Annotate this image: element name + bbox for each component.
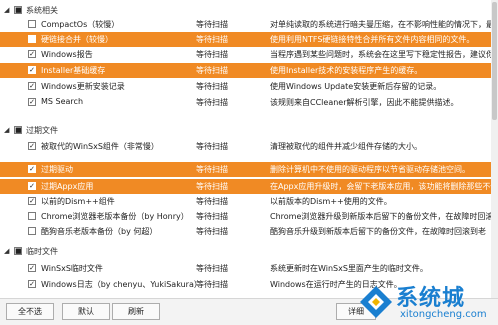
default-button[interactable]: 默认	[62, 303, 110, 320]
rule-description: 系统更新时在WinSxS里面产生的临时文件。	[270, 264, 428, 273]
rule-description: 清理被取代的组件并减少组件存储的大小。	[270, 142, 422, 151]
rule-status: 等待扫描	[196, 82, 228, 91]
rule-row[interactable]: ✓ MS Search 等待扫描 该规则来自CCleaner解析引擎，因此不能提…	[0, 95, 498, 110]
select-none-button[interactable]: 全不选	[6, 303, 54, 320]
rule-checkbox[interactable]	[28, 227, 36, 235]
rule-status: 等待扫描	[196, 142, 228, 151]
rule-description: 该规则来自CCleaner解析引擎，因此不能提供描述。	[270, 98, 459, 107]
collapse-triangle-icon[interactable]: ◢	[4, 126, 9, 134]
collapse-triangle-icon[interactable]: ◢	[4, 6, 9, 14]
group-checkbox[interactable]: ■	[14, 6, 22, 14]
rule-row[interactable]: Chrome浏览器老版本备份（by Honry） 等待扫描 Chrome浏览器升…	[0, 209, 498, 224]
rule-row[interactable]: ✓ Installer基础缓存 等待扫描 使用Installer技术的安装程序产…	[0, 63, 498, 78]
rule-row[interactable]: CompactOs（较慢） 等待扫描 对单纯读取的系统进行暗夫曼压缩，在不影响性…	[0, 17, 498, 32]
watermark: 系统城 xitongcheng.com	[356, 278, 496, 324]
rule-name: 硬链接合并（较慢）	[41, 35, 113, 44]
rule-name: 过期Appx应用	[41, 182, 94, 191]
group-checkbox[interactable]: ■	[14, 126, 22, 134]
rule-checkbox[interactable]: ✓	[28, 280, 36, 288]
rule-row[interactable]: ✓ 被取代的WinSxS组件（非常慢） 等待扫描 清理被取代的组件并减少组件存储…	[0, 139, 498, 154]
rule-name: CompactOs（较慢）	[41, 20, 120, 29]
rule-name: 酷狗音乐老版本备份（by 何超）	[41, 227, 158, 236]
rule-status: 等待扫描	[196, 197, 228, 206]
group-name: 系统相关	[26, 5, 58, 15]
rule-status: 等待扫描	[196, 50, 228, 59]
group-name: 临时文件	[26, 246, 58, 256]
rule-name: MS Search	[41, 97, 84, 106]
rule-status: 等待扫描	[196, 182, 228, 191]
rule-status: 等待扫描	[196, 98, 228, 107]
rule-row[interactable]: ✓ Windows更新安装记录 等待扫描 使用Windows Update安装更…	[0, 79, 498, 94]
rule-name: Windows更新安装记录	[41, 82, 125, 91]
rule-checkbox[interactable]: ✓	[28, 165, 36, 173]
vertical-scrollbar[interactable]	[491, 0, 498, 298]
rule-checkbox[interactable]: ✓	[28, 182, 36, 190]
rule-description: 删除计算机中不使用的驱动程序以节省驱动存储池空间。	[270, 165, 470, 174]
watermark-url: xitongcheng.com	[400, 309, 487, 320]
rule-checkbox[interactable]: ✓	[28, 50, 36, 58]
rule-description: 使用利用NTFS硬链接特性合并所有文件内容相同的文件。	[270, 35, 475, 44]
rule-row[interactable]: ✓ WinSxS临时文件 等待扫描 系统更新时在WinSxS里面产生的临时文件。	[0, 261, 498, 276]
group-checkbox[interactable]: ■	[14, 247, 22, 255]
rule-description: 在Appx应用升级时，会留下老版本应用，该功能将删除那些不使用	[270, 182, 498, 191]
scrollbar-thumb[interactable]	[492, 2, 497, 120]
rule-status: 等待扫描	[196, 212, 228, 221]
rule-row[interactable]: 硬链接合并（较慢） 等待扫描 使用利用NTFS硬链接特性合并所有文件内容相同的文…	[0, 32, 498, 47]
rule-description: Chrome浏览器升级到新版本后留下的备份文件，在故障时回滚到老	[270, 212, 498, 221]
rule-description: 酷狗音乐升级到新版本后留下的备份文件，在故障时回滚到老	[270, 227, 486, 236]
rule-checkbox[interactable]	[28, 35, 36, 43]
rule-status: 等待扫描	[196, 35, 228, 44]
rule-row[interactable]: ✓ 过期Appx应用 等待扫描 在Appx应用升级时，会留下老版本应用，该功能将…	[0, 179, 498, 194]
rule-row[interactable]: ✓ Windows报告 等待扫描 当程序遇到某些问题时，系统会在这里写下稳定性报…	[0, 47, 498, 62]
group-header-expired[interactable]: ◢ ■ 过期文件	[0, 123, 498, 137]
rule-checkbox[interactable]	[28, 212, 36, 220]
rule-name: Windows报告	[41, 50, 93, 59]
rule-checkbox[interactable]	[28, 20, 36, 28]
rule-description: 使用Windows Update安装更新后存留的记录。	[270, 82, 442, 91]
group-header-system[interactable]: ◢ ■ 系统相关	[0, 3, 498, 17]
rule-description: 当程序遇到某些问题时，系统会在这里写下稳定性报告，建议你定期	[270, 50, 498, 59]
rule-name: Windows日志（by chenyu、YukiSakura）	[41, 280, 202, 289]
rule-name: Chrome浏览器老版本备份（by Honry）	[41, 212, 189, 221]
rule-checkbox[interactable]: ✓	[28, 197, 36, 205]
rule-row[interactable]: 酷狗音乐老版本备份（by 何超） 等待扫描 酷狗音乐升级到新版本后留下的备份文件…	[0, 224, 498, 239]
rule-description: 对单纯读取的系统进行暗夫曼压缩，在不影响性能的情况下，最省	[270, 20, 498, 29]
rule-checkbox[interactable]: ✓	[28, 264, 36, 272]
rule-name: 过期驱动	[41, 165, 73, 174]
rule-name: 以前的Dism++组件	[41, 197, 115, 206]
rule-row[interactable]: ✓ 以前的Dism++组件 等待扫描 以前版本的Dism++使用的文件。	[0, 194, 498, 209]
rule-status: 等待扫描	[196, 20, 228, 29]
group-header-temp[interactable]: ◢ ■ 临时文件	[0, 244, 498, 258]
rule-name: 被取代的WinSxS组件（非常慢）	[41, 142, 159, 151]
rule-status: 等待扫描	[196, 66, 228, 75]
rule-status: 等待扫描	[196, 227, 228, 236]
watermark-brand: 系统城	[396, 286, 466, 311]
rule-description: 使用Installer技术的安装程序产生的缓存。	[270, 66, 423, 75]
rule-name: Installer基础缓存	[41, 66, 106, 75]
rule-checkbox[interactable]: ✓	[28, 66, 36, 74]
collapse-triangle-icon[interactable]: ◢	[4, 247, 9, 255]
rule-status: 等待扫描	[196, 165, 228, 174]
group-name: 过期文件	[26, 125, 58, 135]
rule-description: 以前版本的Dism++使用的文件。	[270, 197, 392, 206]
rule-checkbox[interactable]: ✓	[28, 142, 36, 150]
refresh-button[interactable]: 刷新	[112, 303, 160, 320]
rule-row[interactable]: ✓ 过期驱动 等待扫描 删除计算机中不使用的驱动程序以节省驱动存储池空间。	[0, 162, 498, 177]
rule-checkbox[interactable]: ✓	[28, 98, 36, 106]
rule-name: WinSxS临时文件	[41, 264, 103, 273]
rule-status: 等待扫描	[196, 264, 228, 273]
rule-checkbox[interactable]: ✓	[28, 82, 36, 90]
cleanup-rule-list[interactable]: ◢ ■ 系统相关 CompactOs（较慢） 等待扫描 对单纯读取的系统进行暗夫…	[0, 0, 498, 298]
rule-status: 等待扫描	[196, 280, 228, 289]
watermark-logo-icon	[360, 286, 392, 318]
